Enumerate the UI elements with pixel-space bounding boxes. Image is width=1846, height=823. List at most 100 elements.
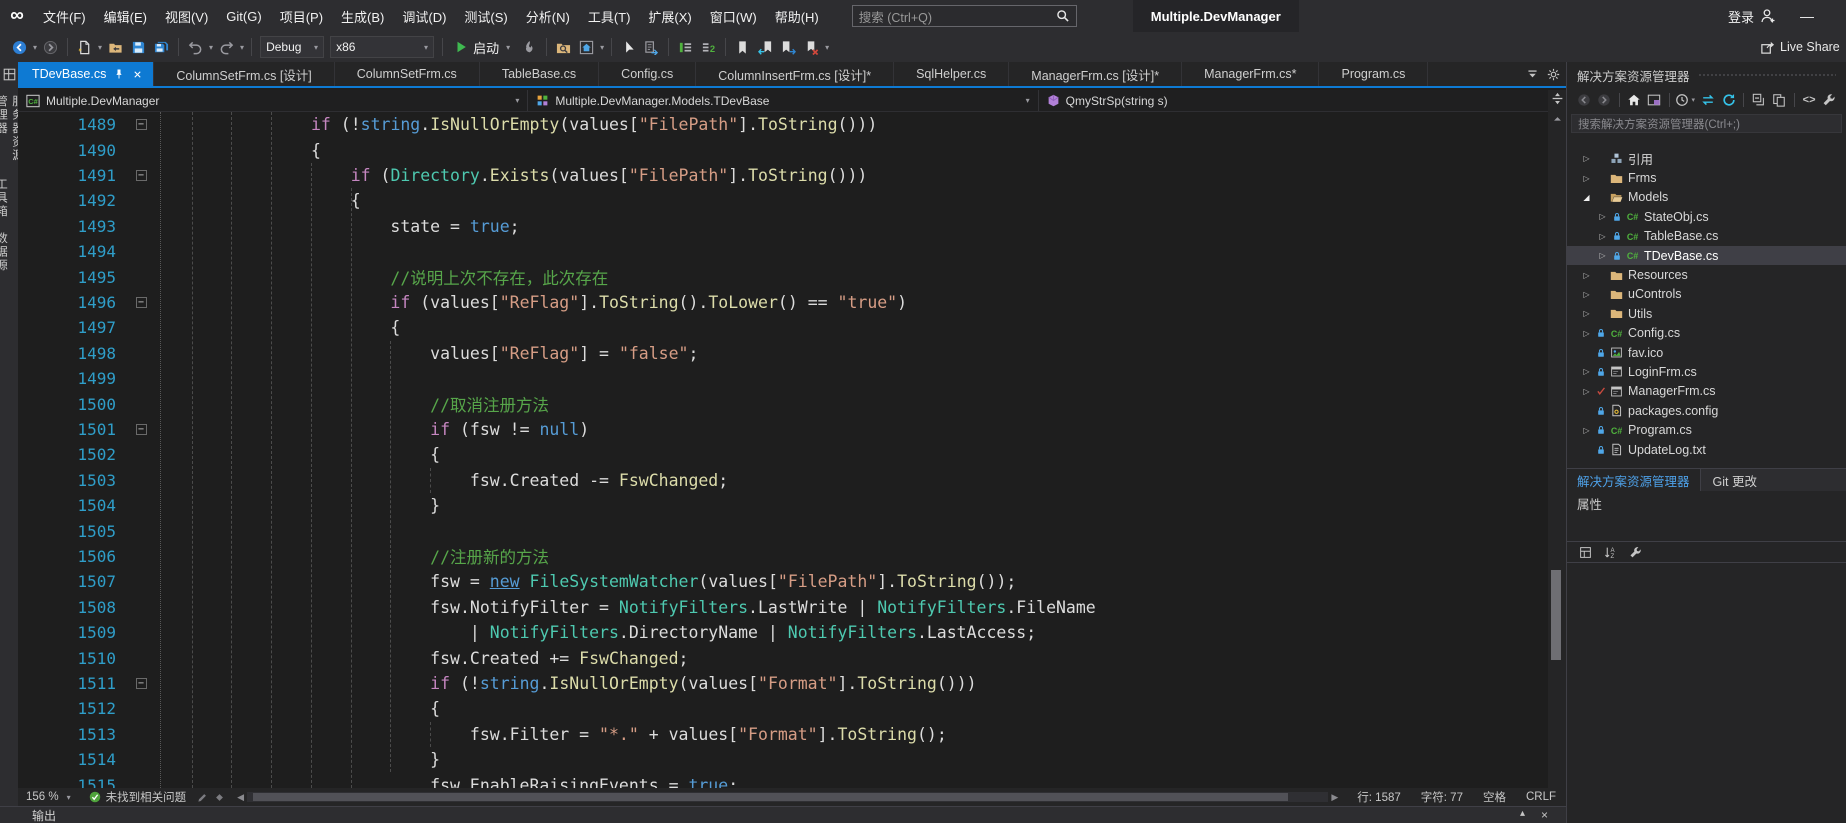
menu-extensions[interactable]: 扩展(X) — [639, 0, 700, 32]
tab-columnsetfrm.cs[interactable]: ColumnSetFrm.cs — [335, 62, 480, 86]
fold-gutter[interactable]: − — [130, 170, 152, 181]
menu-edit[interactable]: 编辑(E) — [95, 0, 156, 32]
tab-program.cs[interactable]: Program.cs — [1319, 62, 1428, 86]
code-line-1497[interactable]: 1497 { — [18, 315, 1548, 340]
tree-item-program.cs[interactable]: ▷C#Program.cs — [1567, 420, 1846, 439]
code-line-1495[interactable]: 1495 //说明上次不存在，此次存在 — [18, 264, 1548, 289]
horizontal-scrollbar[interactable] — [247, 792, 1328, 802]
scroll-right-icon[interactable]: ▶ — [1328, 792, 1341, 803]
nav-forward-button[interactable] — [39, 35, 62, 59]
code-line-1515[interactable]: 1515 fsw.EnableRaisingEvents = true; — [18, 772, 1548, 788]
code-line-1512[interactable]: 1512 { — [18, 696, 1548, 721]
clear-bookmarks-button[interactable] — [800, 35, 823, 59]
menu-tools[interactable]: 工具(T) — [579, 0, 640, 32]
code-line-1504[interactable]: 1504 } — [18, 493, 1548, 518]
tree-item--[interactable]: ▷引用 — [1567, 149, 1846, 168]
open-file-button[interactable] — [104, 35, 127, 59]
tab-sqlhelper.cs[interactable]: SqlHelper.cs — [894, 62, 1009, 86]
copydoc-button[interactable] — [1770, 90, 1787, 110]
chevron-up-icon[interactable]: ▴ — [1520, 808, 1525, 822]
tab-columninsertfrm.cs-[interactable]: ColumnInsertFrm.cs [设计]* — [696, 62, 894, 86]
code-line-1494[interactable]: 1494 — [18, 239, 1548, 264]
tab-git-changes[interactable]: Git 更改 — [1701, 469, 1769, 491]
chevron-down-icon[interactable]: ▾ — [96, 43, 104, 52]
tab-overflow-icon[interactable] — [1526, 68, 1539, 81]
menu-window[interactable]: 窗口(W) — [701, 0, 766, 32]
start-debug-button[interactable]: 启动▾ — [448, 38, 518, 57]
solution-configuration-combo[interactable]: Debug▾ — [260, 36, 324, 58]
code-line-1501[interactable]: 1501− if (fsw != null) — [18, 417, 1548, 442]
code-line-1513[interactable]: 1513 fsw.Filter = "*." + values["Format"… — [18, 722, 1548, 747]
menu-view[interactable]: 视图(V) — [156, 0, 217, 32]
tree-item-updatelog.txt[interactable]: UpdateLog.txt — [1567, 440, 1846, 459]
select-control-button[interactable] — [617, 35, 640, 59]
menu-help[interactable]: 帮助(H) — [766, 0, 828, 32]
properties-header[interactable]: 属性 — [1567, 491, 1846, 515]
code-line-1499[interactable]: 1499 — [18, 366, 1548, 391]
scroll-up-icon[interactable] — [1552, 113, 1563, 124]
scroll-left-icon[interactable]: ◀ — [234, 792, 247, 803]
fold-gutter[interactable]: − — [130, 297, 152, 308]
navigate-home-button[interactable] — [575, 35, 598, 59]
output-tab[interactable]: 输出 — [0, 807, 56, 823]
zoom-selector[interactable]: 156 % ▾ — [18, 791, 81, 803]
tree-item-tdevbase.cs[interactable]: ▷C#TDevBase.cs — [1567, 246, 1846, 265]
tree-item-resources[interactable]: ▷Resources — [1567, 265, 1846, 284]
menu-analyze[interactable]: 分析(N) — [517, 0, 579, 32]
save-button[interactable] — [127, 35, 150, 59]
menu-git[interactable]: Git(G) — [217, 0, 270, 32]
code-line-1496[interactable]: 1496− if (values["ReFlag"].ToString().To… — [18, 290, 1548, 315]
menu-project[interactable]: 项目(P) — [271, 0, 332, 32]
tree-item-config.cs[interactable]: ▷C#Config.cs — [1567, 324, 1846, 343]
code-editor[interactable]: 1489− if (!string.IsNullOrEmpty(values["… — [18, 112, 1548, 788]
nav-back-button[interactable] — [8, 35, 31, 59]
status-spaces[interactable]: 空格 — [1473, 789, 1516, 805]
gear-icon[interactable] — [1547, 68, 1560, 81]
tab-solution-explorer[interactable]: 解决方案资源管理器 — [1567, 469, 1701, 491]
tab-config.cs[interactable]: Config.cs — [599, 62, 696, 86]
diamond-icon[interactable] — [214, 792, 225, 803]
document-health-indicator[interactable]: 未找到相关问题 — [81, 789, 195, 805]
collapse-button[interactable] — [1750, 90, 1767, 110]
scrollbar-thumb[interactable] — [253, 793, 1288, 801]
preview-button[interactable] — [1646, 90, 1663, 110]
save-all-button[interactable] — [150, 35, 173, 59]
code-line-1514[interactable]: 1514 } — [18, 747, 1548, 772]
tree-item-packages.config[interactable]: packages.config — [1567, 401, 1846, 420]
chevron-down-icon[interactable]: ▾ — [823, 43, 831, 52]
code-line-1503[interactable]: 1503 fsw.Created -= FswChanged; — [18, 468, 1548, 493]
tree-item-tablebase.cs[interactable]: ▷C#TableBase.cs — [1567, 227, 1846, 246]
solution-search-input[interactable]: 搜索解决方案资源管理器(Ctrl+;) — [1571, 114, 1842, 133]
format-selection-button[interactable]: 2 — [697, 35, 720, 59]
tab-tdevbase.cs[interactable]: TDevBase.cs — [18, 62, 154, 86]
prev-bookmark-button[interactable] — [754, 35, 777, 59]
pencil-icon[interactable] — [197, 792, 208, 803]
new-file-button[interactable] — [73, 35, 96, 59]
hot-reload-button[interactable] — [518, 35, 541, 59]
scrollbar-thumb[interactable] — [1551, 570, 1561, 660]
chevron-collapsed-icon[interactable]: ▷ — [1579, 367, 1594, 376]
chevron-down-icon[interactable]: ▾ — [238, 43, 246, 52]
code-line-1505[interactable]: 1505 — [18, 518, 1548, 543]
sefwd-button[interactable] — [1595, 90, 1612, 110]
view-code-button[interactable]: <> — [1800, 90, 1817, 110]
code-line-1507[interactable]: 1507 fsw = new FileSystemWatcher(values[… — [18, 569, 1548, 594]
close-icon[interactable]: × — [1541, 808, 1548, 822]
menu-debug[interactable]: 调试(D) — [393, 0, 455, 32]
home-button[interactable] — [1625, 90, 1642, 110]
sortaz-button[interactable]: AZ — [1600, 542, 1621, 562]
chevron-down-icon[interactable]: ▾ — [598, 43, 606, 52]
tab-columnsetfrm.cs-[interactable]: ColumnSetFrm.cs [设计] — [154, 62, 334, 86]
toggle-bookmark-button[interactable] — [731, 35, 754, 59]
tab-tablebase.cs[interactable]: TableBase.cs — [480, 62, 599, 86]
chevron-collapsed-icon[interactable]: ▷ — [1579, 290, 1594, 299]
chevron-collapsed-icon[interactable]: ▷ — [1595, 232, 1610, 241]
tree-item-managerfrm.cs[interactable]: ▷ManagerFrm.cs — [1567, 382, 1846, 401]
tree-item-loginfrm.cs[interactable]: ▷LoginFrm.cs — [1567, 362, 1846, 381]
code-line-1508[interactable]: 1508 fsw.NotifyFilter = NotifyFilters.La… — [18, 595, 1548, 620]
chevron-down-icon[interactable]: ▾ — [31, 43, 39, 52]
sync-button[interactable] — [1700, 90, 1717, 110]
tool-window-grid-icon[interactable] — [3, 68, 16, 81]
chevron-expanded-icon[interactable]: ◢ — [1579, 193, 1594, 202]
breadcrumb-member[interactable]: QmyStrSp(string s) — [1039, 90, 1548, 111]
